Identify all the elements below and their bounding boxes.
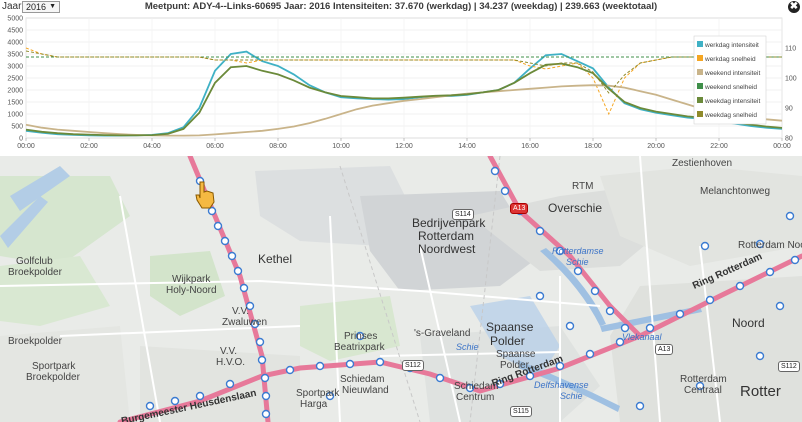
map-label-spaanse: Spaanse xyxy=(486,320,534,334)
x-tick-label: 18:00 xyxy=(584,143,602,150)
map-label-zestienhoven: Zestienhoven xyxy=(672,158,733,169)
y-tick-label-right: 80 xyxy=(785,136,793,143)
y-tick-label-left: 1500 xyxy=(7,100,23,107)
x-tick-label: 22:00 xyxy=(710,143,728,150)
map-label-vv-2: V.V. xyxy=(220,346,238,357)
legend-label: weekdag intensiteit xyxy=(704,98,760,105)
map-label-golfclub-broekpolder: Broekpolder xyxy=(8,267,62,278)
map-label-centraal: Centraal xyxy=(684,385,722,396)
x-tick-label: 06:00 xyxy=(206,143,224,150)
x-tick-label: 10:00 xyxy=(332,143,350,150)
map-label-rotter: Rotter xyxy=(740,383,781,400)
map-label-sportpark-broekpolder: Broekpolder xyxy=(26,372,80,383)
map-label-hvo: H.V.O. xyxy=(216,357,246,368)
y-tick-label-left: 0 xyxy=(19,136,23,143)
y-tick-label-right: 100 xyxy=(785,76,797,83)
legend-label: weekend intensiteit xyxy=(704,70,760,77)
chart-toolbar: Jaar: 2016 ▼ Meetpunt: ADY-4--Links-6069… xyxy=(0,0,802,14)
y-tick-label-left: 4500 xyxy=(7,28,23,35)
map-label-schie: Schie xyxy=(566,257,589,267)
traffic-chart: 0 500 1000 1500 2000 2500 3000 3500 4000 4500 5000… xyxy=(7,16,797,151)
route-shield: A13 xyxy=(655,344,674,355)
map-label-holy-noord: Holy-Noord xyxy=(166,285,217,296)
route-shield: S114 xyxy=(452,209,474,220)
map-label-bedrijvenpark: Bedrijvenpark xyxy=(412,216,486,230)
close-button[interactable]: ✖ xyxy=(788,1,800,13)
map-label-spaanse-small: Spaanse xyxy=(496,349,536,360)
x-tick-label: 08:00 xyxy=(269,143,287,150)
map-label-wijkpark: Wijkpark xyxy=(172,274,211,285)
map-label-noord: Noord xyxy=(732,316,765,330)
x-tick-label: 14:00 xyxy=(458,143,476,150)
y-tick-label-left: 1000 xyxy=(7,112,23,119)
map-label-rtm: RTM xyxy=(572,181,594,192)
x-tick-label: 04:00 xyxy=(143,143,161,150)
map-label-rotterdam-centraal-1: Rotterdam xyxy=(680,374,727,385)
map-label-rotterdamse: Rotterdamse xyxy=(552,246,604,256)
x-tick-label: 12:00 xyxy=(395,143,413,150)
x-tick-label: 00:00 xyxy=(17,143,35,150)
map-label-zwaluwen: Zwaluwen xyxy=(222,317,268,328)
legend-swatch xyxy=(697,111,703,117)
map-label-vv-1: V.V. xyxy=(232,306,250,317)
legend-swatch xyxy=(697,97,703,103)
map-label-schie-2: Schie xyxy=(456,342,479,352)
map-label-schiedam-nieuwland-1: Schiedam xyxy=(340,374,385,385)
y-tick-label-left: 3000 xyxy=(7,64,23,71)
map-label-prinses: Prinses xyxy=(344,331,378,342)
map-label-centrum: Centrum xyxy=(456,392,495,403)
map-label-s-graveland: 's-Graveland xyxy=(414,328,471,339)
map-label-kethel: Kethel xyxy=(258,252,293,266)
map-label-nieuwland: Nieuwland xyxy=(342,385,389,396)
x-tick-label: 20:00 xyxy=(647,143,665,150)
y-tick-label-left: 500 xyxy=(11,124,23,131)
map-label-rotterdam: Rotterdam xyxy=(418,229,475,243)
map-label-polder: Polder xyxy=(490,334,525,348)
legend-box xyxy=(693,35,767,125)
legend-swatch xyxy=(697,69,703,75)
legend-label: weekdag snelheid xyxy=(704,112,757,119)
map-label-delfshavense: Delfshavense xyxy=(534,380,589,390)
x-tick-label: 16:00 xyxy=(521,143,539,150)
map-label-sportpark-2: Sportpark xyxy=(296,388,340,399)
y-tick-label-left: 4000 xyxy=(7,40,23,47)
route-shield: A13 xyxy=(510,203,529,214)
map-label-vlekanaal: Vlekanaal xyxy=(622,332,662,342)
legend-label: weekend snelheid xyxy=(704,84,757,91)
map-label-melanchtonweg: Melanchtonweg xyxy=(700,186,771,197)
legend-swatch xyxy=(697,83,703,89)
y-tick-label-left: 5000 xyxy=(7,16,23,23)
map-label-noordwest: Noordwest xyxy=(418,242,476,256)
map-label-broekpolder: Broekpolder xyxy=(8,336,62,347)
map-label-schie-3: Schie xyxy=(560,391,583,401)
legend-swatch xyxy=(697,55,703,61)
map-label-golfclub: Golfclub xyxy=(16,256,53,267)
legend-swatch xyxy=(697,41,703,47)
y-tick-label-left: 2500 xyxy=(7,76,23,83)
map-view[interactable]: Zestienhoven RTM Melanchtonweg Overschie… xyxy=(0,156,802,422)
y-tick-label-left: 2000 xyxy=(7,88,23,95)
chart-title: Meetpunt: ADY-4--Links-60695 Jaar: 2016 … xyxy=(144,1,658,12)
map-label-overschie: Overschie xyxy=(548,201,603,215)
map-label-sportpark-1: Sportpark xyxy=(32,361,76,372)
map-label-harga: Harga xyxy=(300,399,328,410)
x-tick-label: 02:00 xyxy=(80,143,98,150)
y-tick-label-left: 3500 xyxy=(7,52,23,59)
legend-label: werkdag snelheid xyxy=(704,56,756,63)
route-shield: S115 xyxy=(510,406,532,417)
route-shield: S112 xyxy=(402,360,424,371)
y-tick-label-right: 90 xyxy=(785,106,793,113)
route-shield: S112 xyxy=(778,361,800,372)
x-tick-label: 00:00 xyxy=(773,143,791,150)
map-label-beatrixpark: Beatrixpark xyxy=(334,342,385,353)
legend-label: werkdag intensiteit xyxy=(704,42,759,49)
map-label-rotterdam-noord: Rotterdam Noord xyxy=(738,240,802,251)
y-tick-label-right: 110 xyxy=(785,46,796,53)
